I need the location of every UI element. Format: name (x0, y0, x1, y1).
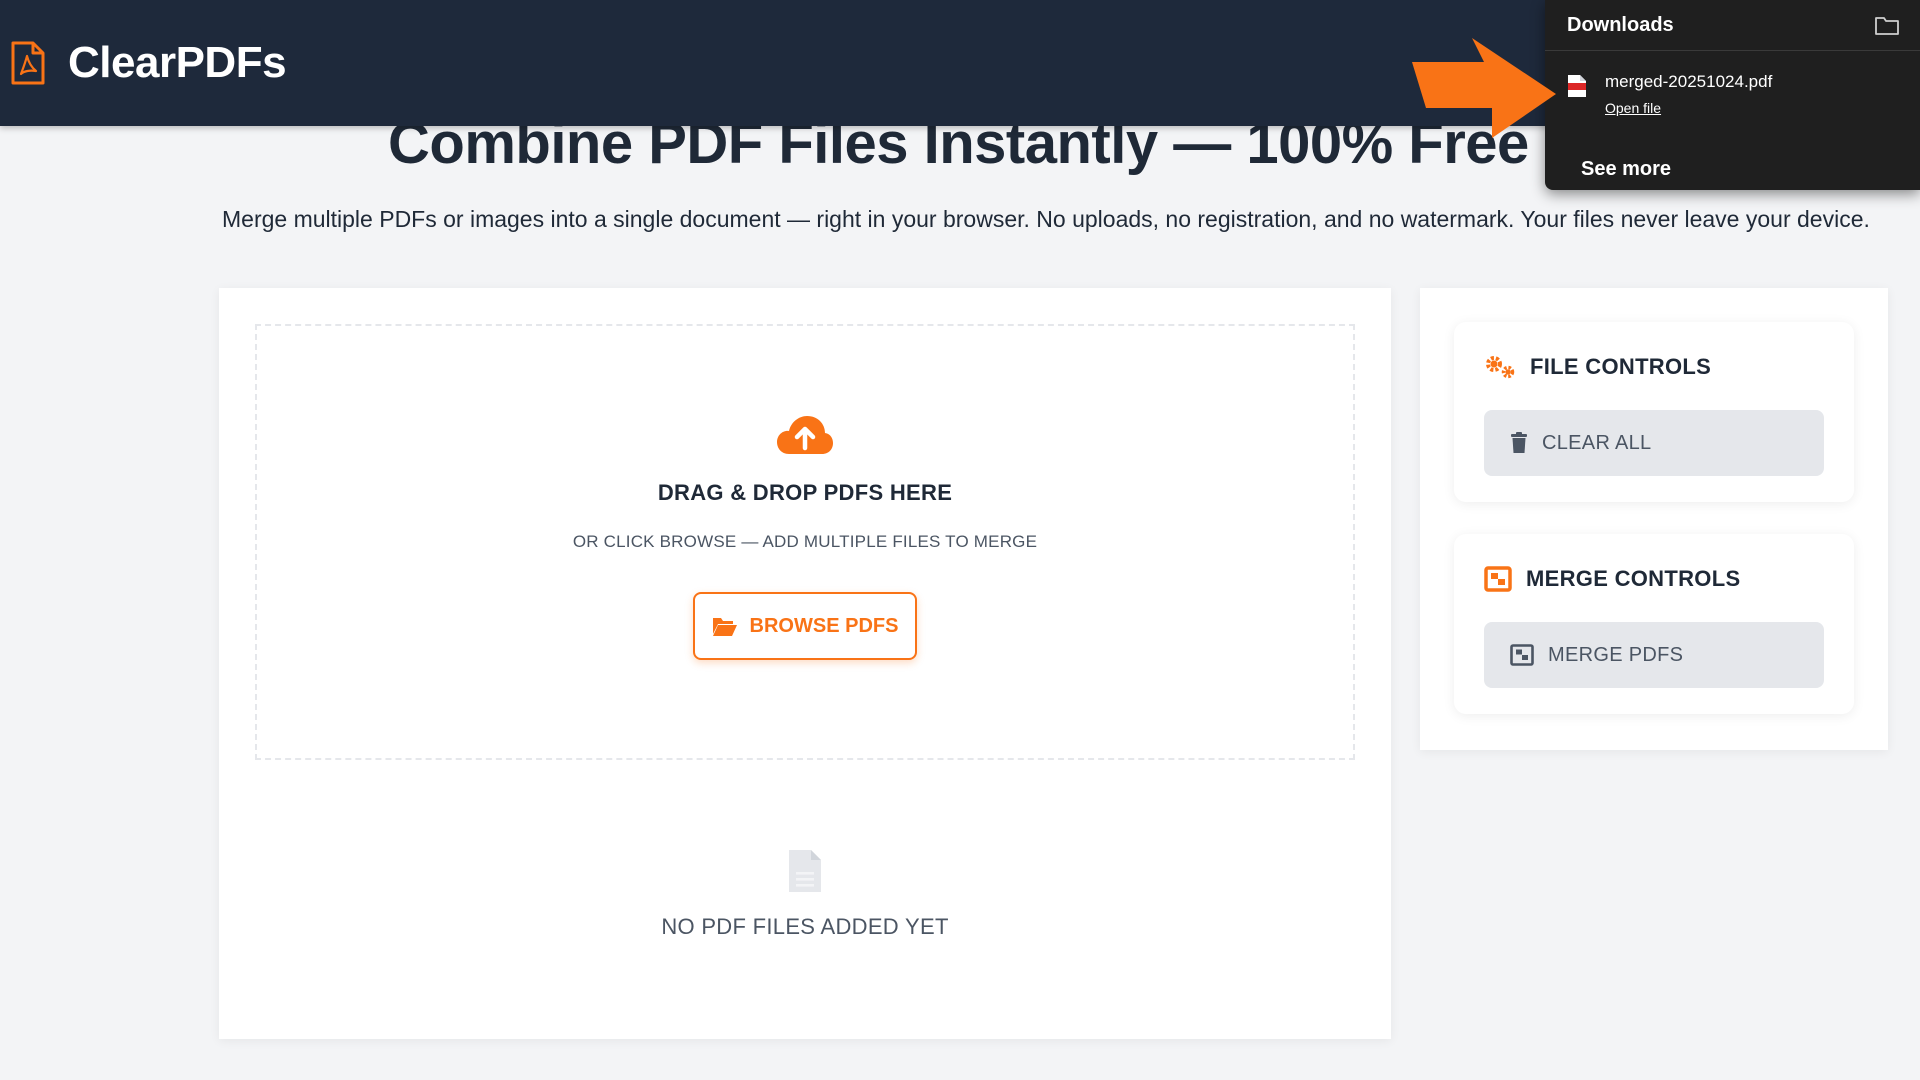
open-file-link[interactable]: Open file (1605, 100, 1661, 116)
browse-pdfs-button[interactable]: BROWSE PDFS (693, 592, 917, 660)
pdf-file-icon (11, 41, 45, 85)
drop-zone-title: DRAG & DROP PDFS HERE (657, 480, 953, 505)
merge-pdfs-button[interactable]: MERGE PDFS (1484, 622, 1824, 688)
clear-all-label: CLEAR ALL (1542, 431, 1652, 454)
clear-all-button[interactable]: CLEAR ALL (1484, 410, 1824, 476)
gears-icon (1486, 356, 1515, 379)
file-controls-title: FILE CONTROLS (1530, 354, 1712, 379)
download-file-name: merged-20251024.pdf (1605, 72, 1773, 91)
download-item-text: merged-20251024.pdf Open file (1605, 72, 1772, 118)
downloads-header: Downloads (1545, 0, 1920, 51)
merge-controls-panel: MERGE CONTROLS MERGE PDFS (1454, 534, 1854, 714)
drop-zone-subtitle: OR CLICK BROWSE — ADD MULTIPLE FILES TO … (572, 532, 1038, 551)
trash-icon (1511, 432, 1527, 453)
upload-card: DRAG & DROP PDFS HERE OR CLICK BROWSE — … (219, 288, 1391, 1039)
brand-name[interactable]: ClearPDFs (68, 38, 287, 88)
merge-icon (1484, 566, 1512, 592)
see-more-link[interactable]: See more (1581, 158, 1671, 181)
merge-icon (1510, 644, 1534, 666)
merge-pdfs-label: MERGE PDFS (1548, 643, 1684, 666)
download-item[interactable]: merged-20251024.pdf Open file (1567, 72, 1772, 118)
merge-controls-header: MERGE CONTROLS (1484, 566, 1740, 592)
folder-open-icon (712, 618, 737, 636)
page-subtitle: Merge multiple PDFs or images into a sin… (222, 206, 1870, 232)
file-controls-panel: FILE CONTROLS CLEAR ALL (1454, 322, 1854, 502)
controls-sidebar: FILE CONTROLS CLEAR ALL MERGE CONTROLS M… (1420, 288, 1888, 750)
cloud-upload-icon (777, 416, 833, 454)
empty-file-list: NO PDF FILES ADDED YET (219, 848, 1391, 940)
downloads-popup: Downloads merged-20251024.pdf Open file … (1545, 0, 1920, 190)
browse-pdfs-label: BROWSE PDFS (749, 614, 899, 637)
merge-controls-title: MERGE CONTROLS (1526, 566, 1741, 591)
orange-arrow-icon (1412, 38, 1556, 138)
folder-icon[interactable] (1874, 14, 1900, 36)
empty-state-text: NO PDF FILES ADDED YET (661, 914, 949, 939)
downloads-title: Downloads (1567, 13, 1674, 36)
document-icon (789, 850, 821, 892)
pdf-file-icon (1568, 75, 1586, 97)
drop-zone[interactable]: DRAG & DROP PDFS HERE OR CLICK BROWSE — … (255, 324, 1355, 760)
file-controls-header: FILE CONTROLS (1484, 354, 1711, 380)
